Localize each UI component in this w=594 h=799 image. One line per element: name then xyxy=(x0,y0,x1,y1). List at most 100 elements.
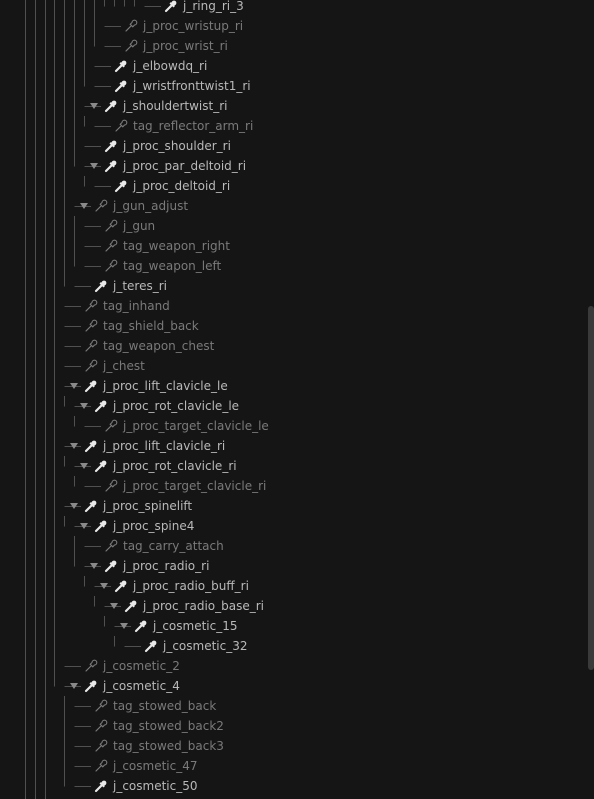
tree-row-label: j_elbowdq_ri xyxy=(133,59,208,73)
tree-row[interactable]: tag_stowed_back3 xyxy=(0,736,580,756)
tree-row-label: j_wristfronttwist1_ri xyxy=(133,79,251,93)
tree-row-label: j_cosmetic_4 xyxy=(103,679,180,693)
tree-row[interactable]: j_proc_target_clavicle_le xyxy=(0,416,580,436)
tree-row-label: tag_weapon_chest xyxy=(103,339,215,353)
tree-row[interactable]: tag_stowed_back xyxy=(0,696,580,716)
bone-icon xyxy=(94,399,108,413)
bone-outline-icon xyxy=(104,479,118,493)
triangle-down-icon[interactable] xyxy=(70,443,78,449)
tree-row[interactable]: j_proc_radio_buff_ri xyxy=(0,576,580,596)
bone-icon xyxy=(104,99,118,113)
bone-icon xyxy=(84,379,98,393)
bone-icon xyxy=(114,59,128,73)
tree-row[interactable]: j_proc_par_deltoid_ri xyxy=(0,156,580,176)
tree-row[interactable]: j_cosmetic_15 xyxy=(0,616,580,636)
bone-outline-icon xyxy=(84,319,98,333)
tree-row-label: j_cosmetic_15 xyxy=(153,619,238,633)
tree-row[interactable]: j_ring_ri_3 xyxy=(0,0,580,16)
triangle-down-icon[interactable] xyxy=(100,583,108,589)
tree-row[interactable]: j_proc_lift_clavicle_le xyxy=(0,376,580,396)
bone-icon xyxy=(114,579,128,593)
triangle-down-icon[interactable] xyxy=(90,163,98,169)
tree-row[interactable]: j_proc_spinelift xyxy=(0,496,580,516)
bone-outline-icon xyxy=(104,419,118,433)
tree-row[interactable]: j_proc_spine4 xyxy=(0,516,580,536)
triangle-down-icon[interactable] xyxy=(90,563,98,569)
tree-row[interactable]: j_wristfronttwist1_ri xyxy=(0,76,580,96)
triangle-down-icon[interactable] xyxy=(80,403,88,409)
tree-row[interactable]: tag_stowed_back2 xyxy=(0,716,580,736)
tree-row[interactable]: j_cosmetic_50 xyxy=(0,776,580,796)
tree-row-label: j_proc_rot_clavicle_le xyxy=(113,399,240,413)
tree-row-label: j_chest xyxy=(103,359,145,373)
tree-row[interactable]: j_gun_adjust xyxy=(0,196,580,216)
tree-row-label: tag_carry_attach xyxy=(123,539,224,553)
tree-row-label: j_shouldertwist_ri xyxy=(123,99,228,113)
tree-row[interactable]: tag_shield_back xyxy=(0,316,580,336)
triangle-down-icon[interactable] xyxy=(80,523,88,529)
tree-row[interactable]: j_shouldertwist_ri xyxy=(0,96,580,116)
tree-row[interactable]: j_cosmetic_4 xyxy=(0,676,580,696)
tree-row-label: j_cosmetic_32 xyxy=(163,639,248,653)
triangle-down-icon[interactable] xyxy=(120,623,128,629)
tree-row[interactable]: j_elbowdq_ri xyxy=(0,56,580,76)
tree-row-label: j_cosmetic_50 xyxy=(113,779,198,793)
tree-row[interactable]: j_proc_rot_clavicle_le xyxy=(0,396,580,416)
tree-row[interactable]: j_cosmetic_2 xyxy=(0,656,580,676)
bone-icon xyxy=(104,559,118,573)
tree-row-label: tag_shield_back xyxy=(103,319,199,333)
bone-outline-icon xyxy=(104,259,118,273)
bone-outline-icon xyxy=(84,339,98,353)
bone-outline-icon xyxy=(124,39,138,53)
tree-row[interactable]: j_proc_shoulder_ri xyxy=(0,136,580,156)
triangle-down-icon[interactable] xyxy=(90,103,98,109)
bone-outline-icon xyxy=(124,19,138,33)
triangle-down-icon[interactable] xyxy=(110,603,118,609)
tree-row[interactable]: tag_weapon_left xyxy=(0,256,580,276)
tree-row[interactable]: j_teres_ri xyxy=(0,276,580,296)
tree-row-label: tag_stowed_back2 xyxy=(113,719,224,733)
bone-outline-icon xyxy=(84,299,98,313)
tree-row-label: j_proc_spine4 xyxy=(113,519,195,533)
bone-outline-icon xyxy=(104,239,118,253)
tree-row[interactable]: j_cosmetic_47 xyxy=(0,756,580,776)
tree-row-label: j_proc_radio_buff_ri xyxy=(133,579,249,593)
tree-row-label: j_proc_wrist_ri xyxy=(143,39,228,53)
tree-row[interactable]: j_gun xyxy=(0,216,580,236)
bone-icon xyxy=(84,499,98,513)
tree-row[interactable]: j_proc_target_clavicle_ri xyxy=(0,476,580,496)
tree-row[interactable]: j_proc_wristup_ri xyxy=(0,16,580,36)
tree-row[interactable]: j_proc_lift_clavicle_ri xyxy=(0,436,580,456)
bone-icon xyxy=(84,439,98,453)
bone-outline-icon xyxy=(84,659,98,673)
tree-row[interactable]: j_proc_rot_clavicle_ri xyxy=(0,456,580,476)
bone-outline-icon xyxy=(84,359,98,373)
triangle-down-icon[interactable] xyxy=(80,203,88,209)
triangle-down-icon[interactable] xyxy=(70,683,78,689)
bone-outline-icon xyxy=(104,539,118,553)
triangle-down-icon[interactable] xyxy=(70,503,78,509)
tree-row-label: j_gun_adjust xyxy=(113,199,189,213)
tree-row[interactable]: j_chest xyxy=(0,356,580,376)
tree-row[interactable]: tag_reflector_arm_ri xyxy=(0,116,580,136)
triangle-down-icon[interactable] xyxy=(80,463,88,469)
tree-row[interactable]: tag_weapon_chest xyxy=(0,336,580,356)
bone-outline-icon xyxy=(104,219,118,233)
tree-row-label: j_gun xyxy=(123,219,156,233)
tree-row[interactable]: j_proc_deltoid_ri xyxy=(0,176,580,196)
tree-row[interactable]: tag_inhand xyxy=(0,296,580,316)
tree-row-label: j_proc_radio_base_ri xyxy=(143,599,265,613)
tree-row-label: j_proc_target_clavicle_ri xyxy=(123,479,267,493)
tree-row-label: j_proc_spinelift xyxy=(103,499,193,513)
tree-row[interactable]: tag_weapon_right xyxy=(0,236,580,256)
tree-row[interactable]: j_proc_radio_ri xyxy=(0,556,580,576)
tree-row-label: j_proc_radio_ri xyxy=(123,559,210,573)
vertical-scrollbar[interactable] xyxy=(588,306,594,670)
tree-row[interactable]: j_cosmetic_32 xyxy=(0,636,580,656)
bone-hierarchy-tree: j_ring_ri_3 j_proc_wristup_ri j_proc_wrist… xyxy=(0,0,594,799)
tree-row[interactable]: tag_carry_attach xyxy=(0,536,580,556)
tree-row[interactable]: j_proc_radio_base_ri xyxy=(0,596,580,616)
tree-row[interactable]: j_proc_wrist_ri xyxy=(0,36,580,56)
triangle-down-icon[interactable] xyxy=(70,383,78,389)
tree-row-label: j_proc_shoulder_ri xyxy=(123,139,231,153)
